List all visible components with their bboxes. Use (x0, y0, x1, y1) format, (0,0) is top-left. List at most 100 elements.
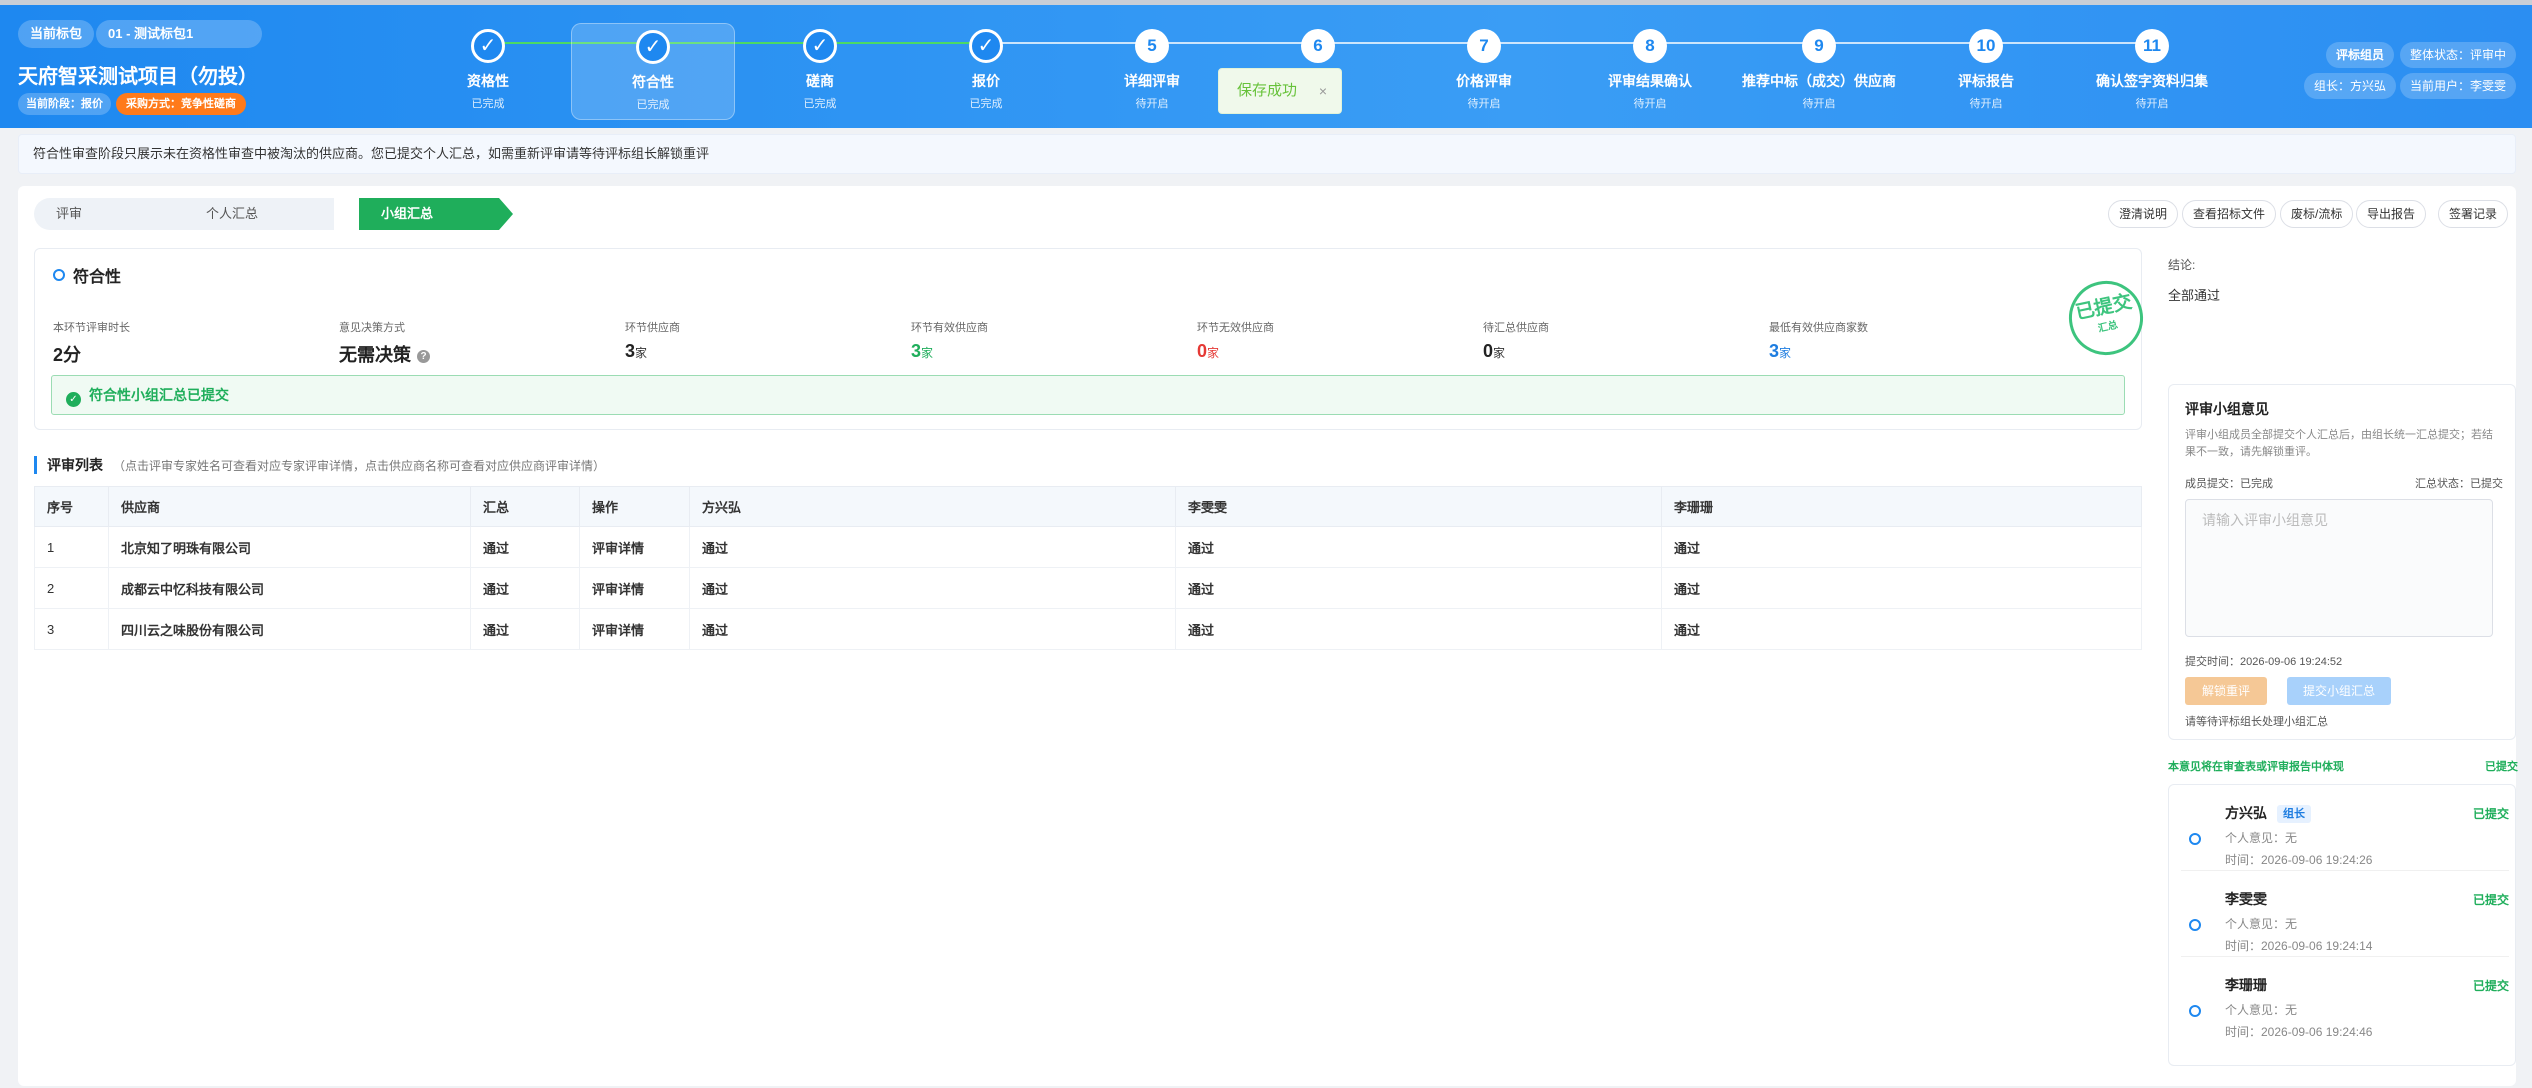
help-icon[interactable]: ? (417, 350, 430, 363)
step-number: 11 (2135, 29, 2169, 63)
check-icon: ✓ (636, 30, 670, 64)
step-7[interactable]: 7 价格评审 待开启 (1402, 23, 1566, 120)
table-row: 2 成都云中忆科技有限公司 通过 评审详情 通过 通过 通过 (34, 567, 2142, 609)
expert-name-link[interactable]: 李雯雯 (1175, 486, 1662, 527)
step-label: 评审结果确认 (1608, 73, 1692, 89)
submit-time: 提交时间：2026-09-06 19:24:52 (2185, 656, 2343, 668)
section-card: 符合性 本环节评审时长 2分 意见决策方式 无需决策? 环节供应商 3家 环节有… (34, 248, 2150, 430)
void-bid-button[interactable]: 废标/流标 (2280, 200, 2354, 228)
report-status: 已提交 (2485, 761, 2518, 773)
sign-records-button[interactable]: 签署记录 (2438, 200, 2509, 228)
check-icon: ✓ (803, 29, 837, 63)
step-number: 6 (1301, 29, 1335, 63)
member-list: 方兴弘 组长 已提交 个人意见：无 时间：2026-09-06 19:24:26 … (2168, 784, 2516, 1066)
supplier-link[interactable]: 北京知了明珠有限公司 (108, 526, 471, 568)
step-label: 资格性 (467, 73, 509, 89)
stat-min-valid-suppliers: 最低有效供应商家数 3家 (1769, 322, 1868, 361)
step-status: 已完成 (636, 99, 670, 111)
list-item: 李雯雯 已提交 个人意见：无 时间：2026-09-06 19:24:14 (2181, 871, 2509, 957)
timeline-dot-icon (2189, 1005, 2201, 1017)
role-badge: 评标组员 (2326, 42, 2395, 68)
check-circle-icon: ✓ (66, 392, 81, 407)
clarification-button[interactable]: 澄清说明 (2108, 200, 2179, 228)
supplier-link[interactable]: 四川云之味股份有限公司 (108, 608, 471, 650)
tab-personal-summary[interactable]: 个人汇总 (170, 198, 334, 230)
step-status: 待开启 (1467, 98, 1501, 110)
expert-name-link[interactable]: 李珊珊 (1661, 486, 2142, 527)
right-sidebar: 结论: 全部通过 评审小组意见 评审小组成员全部提交个人汇总后，由组长统一汇总提… (2168, 246, 2522, 1066)
conclusion: 结论: 全部通过 (2168, 256, 2522, 304)
table-row: 1 北京知了明珠有限公司 通过 评审详情 通过 通过 通过 (34, 526, 2142, 568)
tab-group-summary[interactable]: 小组汇总 (359, 198, 513, 230)
stat-pending-suppliers: 待汇总供应商 0家 (1483, 322, 1549, 361)
step-4[interactable]: ✓ 报价 已完成 (904, 23, 1068, 120)
review-detail-link[interactable]: 评审详情 (579, 526, 690, 568)
report-note: 本意见将在审查表或评审报告中体现 (2168, 761, 2344, 773)
step-8[interactable]: 8 评审结果确认 待开启 (1568, 23, 1732, 120)
leader-tag: 组长 (2277, 805, 2311, 823)
list-item: 李珊珊 已提交 个人意见：无 时间：2026-09-06 19:24:46 (2181, 957, 2509, 1043)
overall-status-badge: 整体状态：评审中 (2400, 42, 2517, 68)
wait-hint: 请等待评标组长处理小组汇总 (2185, 716, 2328, 728)
step-3[interactable]: ✓ 磋商 已完成 (738, 23, 902, 120)
review-list-hint: （点击评审专家姓名可查看对应专家评审详情，点击供应商名称可查看对应供应商评审详情… (113, 459, 606, 473)
supplier-link[interactable]: 成都云中忆科技有限公司 (108, 567, 471, 609)
step-status: 待开启 (1802, 98, 1836, 110)
close-icon[interactable]: × (1319, 69, 1327, 113)
notice-bar: 符合性审查阶段只展示未在资格性审查中被淘汰的供应商。您已提交个人汇总，如需重新评… (18, 134, 2516, 174)
panel-description: 评审小组成员全部提交个人汇总后，由组长统一汇总提交；若结果不一致，请先解锁重评。 (2185, 429, 2493, 458)
step-status: 已完成 (803, 98, 837, 110)
step-9[interactable]: 9 推荐中标（成交）供应商 待开启 (1734, 23, 1904, 120)
step-status: 已完成 (471, 98, 505, 110)
list-item: 方兴弘 组长 已提交 个人意见：无 时间：2026-09-06 19:24:26 (2181, 785, 2509, 871)
submitted-banner: ✓ 符合性小组汇总已提交 (51, 375, 2125, 415)
review-detail-link[interactable]: 评审详情 (579, 567, 690, 609)
step-5[interactable]: 5 详细评审 待开启 (1070, 23, 1234, 120)
step-label: 磋商 (806, 73, 834, 89)
step-label: 确认签字资料归集 (2096, 73, 2208, 89)
step-number: 7 (1467, 29, 1501, 63)
section-title: 符合性 (53, 263, 121, 287)
step-label: 符合性 (632, 74, 674, 90)
stat-valid-suppliers: 环节有效供应商 3家 (911, 322, 988, 361)
check-icon: ✓ (471, 29, 505, 63)
stat-duration: 本环节评审时长 2分 (53, 322, 130, 365)
review-list-title: 评审列表 （点击评审专家姓名可查看对应专家评审详情，点击供应商名称可查看对应供应商… (34, 456, 605, 474)
step-1[interactable]: ✓ 资格性 已完成 (406, 23, 570, 120)
tab-review[interactable]: 评审 (34, 198, 184, 230)
panel-title: 评审小组意见 (2185, 401, 2269, 417)
toast-text: 保存成功 (1237, 82, 1298, 99)
view-tender-doc-button[interactable]: 查看招标文件 (2182, 200, 2277, 228)
submit-group-summary-button[interactable]: 提交小组汇总 (2287, 677, 2391, 705)
review-table: 序号 供应商 汇总 操作 方兴弘 李雯雯 李珊珊 1 北京知了明珠有限公司 通过… (34, 486, 2142, 650)
unlock-review-button[interactable]: 解锁重评 (2185, 677, 2267, 705)
expert-name-link[interactable]: 方兴弘 (689, 486, 1176, 527)
step-number: 8 (1633, 29, 1667, 63)
step-2[interactable]: ✓ 符合性 已完成 (571, 23, 735, 120)
summary-status: 汇总状态：已提交 (2415, 478, 2503, 490)
step-status: 待开启 (1633, 98, 1667, 110)
export-report-button[interactable]: 导出报告 (2356, 200, 2427, 228)
step-label: 报价 (972, 73, 1000, 89)
review-detail-link[interactable]: 评审详情 (579, 608, 690, 650)
stat-decision-method: 意见决策方式 无需决策? (339, 319, 430, 367)
current-user-badge: 当前用户：李雯雯 (2400, 73, 2517, 99)
save-success-toast: 保存成功 × (1218, 68, 1342, 114)
stat-suppliers: 环节供应商 3家 (625, 322, 680, 361)
step-status: 已完成 (969, 98, 1003, 110)
step-10[interactable]: 10 评标报告 待开启 (1904, 23, 2068, 120)
check-icon: ✓ (969, 29, 1003, 63)
step-11[interactable]: 11 确认签字资料归集 待开启 (2070, 23, 2234, 120)
step-status: 待开启 (1969, 98, 2003, 110)
group-opinion-textarea[interactable]: 请输入评审小组意见 (2185, 499, 2493, 637)
step-number: 10 (1969, 29, 2003, 63)
conclusion-value: 全部通过 (2168, 288, 2221, 303)
submitted-stamp: 已提交 汇总 (2062, 274, 2150, 362)
leader-badge: 组长：方兴弘 (2304, 73, 2397, 99)
main-panel: 评审 个人汇总 小组汇总 澄清说明 查看招标文件 废标/流标 导出报告 签署记录… (18, 186, 2518, 1086)
table-header-row: 序号 供应商 汇总 操作 方兴弘 李雯雯 李珊珊 (34, 486, 2142, 527)
timeline-dot-icon (2189, 833, 2201, 845)
group-opinion-panel: 评审小组意见 评审小组成员全部提交个人汇总后，由组长统一汇总提交；若结果不一致，… (2168, 384, 2516, 740)
table-row: 3 四川云之味股份有限公司 通过 评审详情 通过 通过 通过 (34, 608, 2142, 650)
step-status: 待开启 (1135, 98, 1169, 110)
